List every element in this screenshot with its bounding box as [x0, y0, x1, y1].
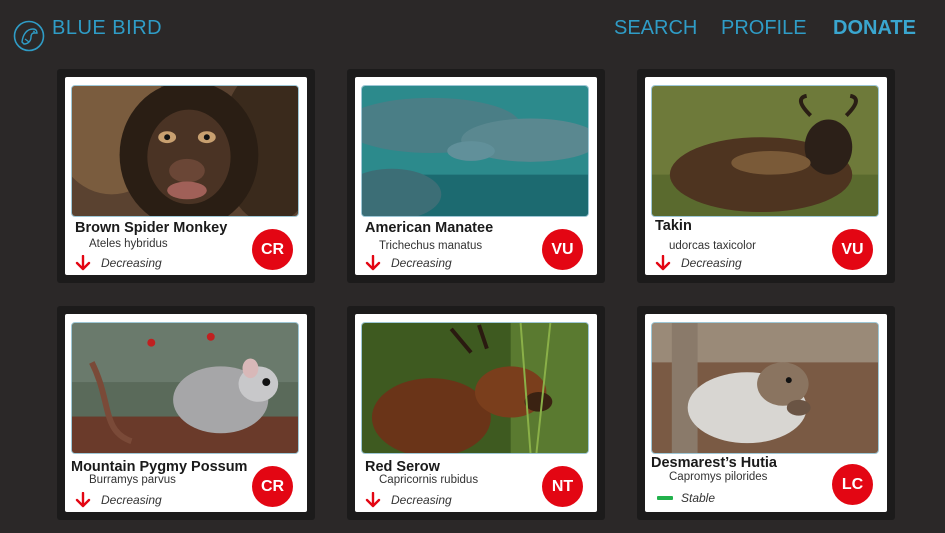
species-card[interactable]: Brown Spider Monkey Ateles hybridus Decr…	[65, 77, 307, 275]
species-name: Desmarest’s Hutia	[651, 455, 777, 471]
species-photo	[71, 85, 299, 217]
top-bar: BLUE BIRD SEARCH PROFILE DONATE	[0, 0, 945, 62]
species-photo	[651, 85, 879, 217]
nav-search-link[interactable]: SEARCH	[614, 17, 697, 40]
trend-label: Decreasing	[391, 493, 452, 507]
scientific-name: Ateles hybridus	[89, 238, 168, 250]
species-photo	[651, 322, 879, 454]
species-name: Mountain Pygmy Possum	[71, 459, 248, 475]
species-card[interactable]: Desmarest’s Hutia Capromys pilorides Sta…	[645, 314, 887, 512]
scientific-name: Capricornis rubidus	[379, 474, 479, 486]
arrow-down-icon	[75, 255, 91, 271]
species-name: Takin	[655, 218, 692, 234]
nav-donate-link[interactable]: DONATE	[833, 17, 916, 40]
scientific-name: Capromys pilorides	[669, 471, 768, 483]
species-card-frame: Brown Spider Monkey Ateles hybridus Decr…	[57, 69, 315, 283]
nav-profile-link[interactable]: PROFILE	[721, 17, 807, 40]
species-card-frame: Desmarest’s Hutia Capromys pilorides Sta…	[637, 306, 895, 520]
dash-icon	[657, 496, 673, 500]
trend-label: Decreasing	[391, 256, 452, 270]
status-badge: VU	[832, 229, 873, 270]
status-badge: VU	[542, 229, 583, 270]
trend-label: Decreasing	[101, 493, 162, 507]
species-name: Red Serow	[365, 459, 440, 475]
species-photo	[361, 322, 589, 454]
trend-label: Decreasing	[101, 256, 162, 270]
status-badge: CR	[252, 229, 293, 270]
species-card-frame: Red Serow Capricornis rubidus Decreasing…	[347, 306, 605, 520]
status-badge: LC	[832, 464, 873, 505]
status-badge: NT	[542, 466, 583, 507]
species-name: Brown Spider Monkey	[75, 220, 228, 236]
scientific-name: Trichechus manatus	[379, 240, 483, 252]
species-card[interactable]: Mountain Pygmy Possum Burramys parvus De…	[65, 314, 307, 512]
arrow-down-icon	[75, 492, 91, 508]
status-badge: CR	[252, 466, 293, 507]
bird-logo-icon[interactable]	[13, 20, 45, 52]
scientific-name: Burramys parvus	[89, 474, 176, 486]
species-photo	[361, 85, 589, 217]
species-name: American Manatee	[365, 220, 494, 236]
species-card[interactable]: American Manatee Trichechus manatus Decr…	[355, 77, 597, 275]
trend-label: Stable	[681, 491, 716, 505]
arrow-down-icon	[655, 255, 671, 271]
arrow-down-icon	[365, 255, 381, 271]
species-card-frame: Takin udorcas taxicolor Decreasing VU	[637, 69, 895, 283]
trend-label: Decreasing	[681, 256, 742, 270]
species-card-frame: Mountain Pygmy Possum Burramys parvus De…	[57, 306, 315, 520]
species-card-frame: American Manatee Trichechus manatus Decr…	[347, 69, 605, 283]
species-card[interactable]: Takin udorcas taxicolor Decreasing VU	[645, 77, 887, 275]
species-photo	[71, 322, 299, 454]
species-card[interactable]: Red Serow Capricornis rubidus Decreasing…	[355, 314, 597, 512]
brand-title[interactable]: BLUE BIRD	[52, 17, 162, 40]
arrow-down-icon	[365, 492, 381, 508]
scientific-name: udorcas taxicolor	[669, 240, 756, 252]
